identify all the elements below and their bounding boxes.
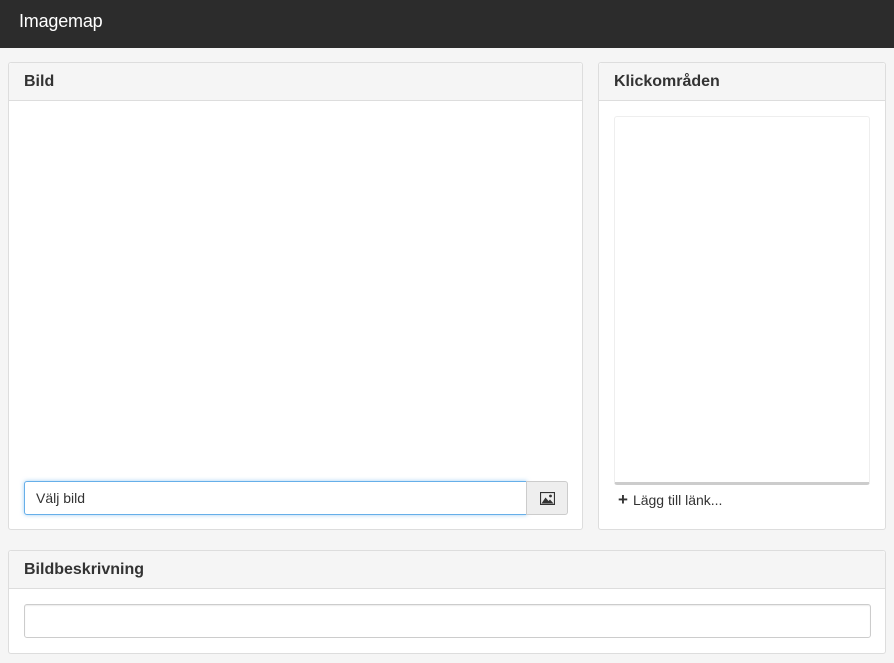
click-areas-title: Klickområden [614, 73, 720, 90]
plus-icon: + [618, 490, 628, 509]
description-title: Bildbeskrivning [24, 561, 145, 578]
image-panel-title: Bild [24, 73, 55, 90]
image-select-group [24, 481, 568, 515]
image-icon [540, 492, 555, 505]
click-areas-panel: Klickområden + Lägg till länk... [598, 62, 886, 530]
click-areas-heading: Klickområden [599, 63, 885, 101]
add-link-button[interactable]: + Lägg till länk... [618, 490, 723, 509]
description-input[interactable] [24, 604, 871, 638]
description-panel: Bildbeskrivning [8, 550, 886, 654]
click-areas-list[interactable] [614, 116, 870, 485]
image-panel-heading: Bild [9, 63, 582, 101]
top-bar: Imagemap [0, 0, 894, 48]
description-heading: Bildbeskrivning [9, 551, 885, 589]
image-panel: Bild [8, 62, 583, 530]
add-link-label: Lägg till länk... [632, 492, 723, 508]
choose-image-button[interactable] [526, 481, 568, 515]
image-path-input[interactable] [24, 481, 527, 515]
app-title: Imagemap [19, 11, 103, 31]
